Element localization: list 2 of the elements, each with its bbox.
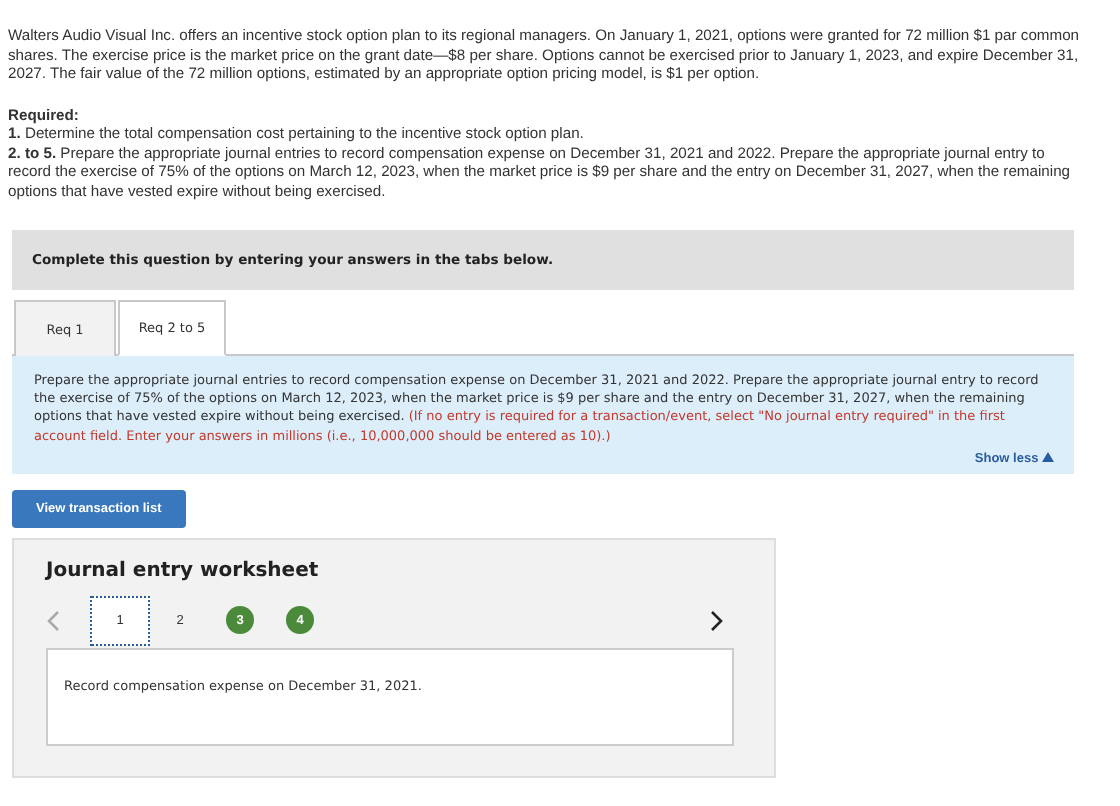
up-triangle-icon [1042,451,1054,462]
worksheet-title: Journal entry worksheet [46,559,321,582]
